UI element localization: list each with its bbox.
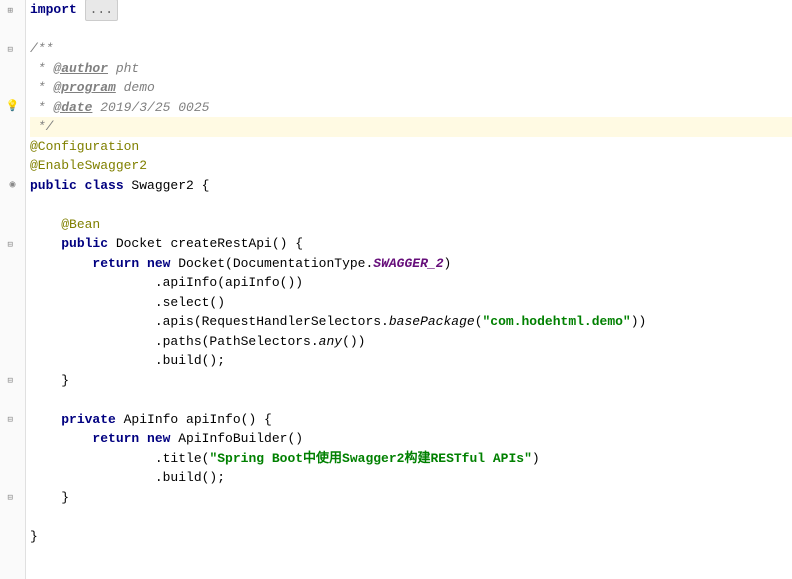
editor-gutter: ⊞ ⊟ 💡 ◉ ⊟ ⊟ ⊟ ⊟ bbox=[0, 0, 26, 579]
code-line: .build(); bbox=[30, 468, 792, 488]
javadoc-program-tag: @program bbox=[53, 78, 115, 98]
code-line bbox=[30, 546, 792, 566]
method-signature: Docket createRestApi() { bbox=[108, 234, 303, 254]
class-name: Swagger2 { bbox=[124, 176, 210, 196]
keyword-return-new: return new bbox=[92, 429, 170, 449]
code-line: * @author pht bbox=[30, 59, 792, 79]
keyword-public-class: public class bbox=[30, 176, 124, 196]
code-editor: ⊞ ⊟ 💡 ◉ ⊟ ⊟ ⊟ ⊟ import ... /** * @author bbox=[0, 0, 792, 579]
lightbulb-icon[interactable]: 💡 bbox=[6, 99, 20, 116]
code-line: .paths(PathSelectors.any()) bbox=[30, 332, 792, 352]
javadoc-end: */ bbox=[30, 117, 53, 137]
fold-collapse-icon[interactable]: ⊟ bbox=[8, 44, 18, 54]
code-line: private ApiInfo apiInfo() { bbox=[30, 410, 792, 430]
class-gutter-icon[interactable]: ◉ bbox=[9, 178, 15, 193]
code-line: public Docket createRestApi() { bbox=[30, 234, 792, 254]
annotation-configuration: @Configuration bbox=[30, 137, 139, 157]
code-line: .build(); bbox=[30, 351, 792, 371]
code-content[interactable]: import ... /** * @author pht * @program … bbox=[26, 0, 792, 579]
method-signature: ApiInfo apiInfo() { bbox=[116, 410, 272, 430]
static-method: any bbox=[319, 332, 342, 352]
keyword-public: public bbox=[61, 234, 108, 254]
annotation-bean: @Bean bbox=[61, 215, 100, 235]
fold-collapse-icon[interactable]: ⊟ bbox=[8, 375, 18, 385]
javadoc-author-tag: @author bbox=[53, 59, 108, 79]
code-line: } bbox=[30, 488, 792, 508]
code-line: @Bean bbox=[30, 215, 792, 235]
static-field: SWAGGER_2 bbox=[373, 254, 443, 274]
code-line: /** bbox=[30, 39, 792, 59]
code-line: public class Swagger2 { bbox=[30, 176, 792, 196]
string-literal: "Spring Boot中使用Swagger2构建RESTful APIs" bbox=[209, 449, 531, 469]
code-line: } bbox=[30, 527, 792, 547]
keyword-import: import bbox=[30, 0, 77, 20]
keyword-private: private bbox=[61, 410, 116, 430]
fold-collapse-icon[interactable]: ⊟ bbox=[8, 492, 18, 502]
code-line bbox=[30, 195, 792, 215]
javadoc-start: /** bbox=[30, 39, 53, 59]
code-line: */ bbox=[30, 117, 792, 137]
string-literal: "com.hodehtml.demo" bbox=[483, 312, 631, 332]
folded-imports[interactable]: ... bbox=[85, 0, 118, 21]
code-line: return new ApiInfoBuilder() bbox=[30, 429, 792, 449]
code-line: import ... bbox=[30, 0, 792, 20]
code-line: @EnableSwagger2 bbox=[30, 156, 792, 176]
annotation-enableswagger2: @EnableSwagger2 bbox=[30, 156, 147, 176]
code-line bbox=[30, 507, 792, 527]
fold-collapse-icon[interactable]: ⊟ bbox=[8, 414, 18, 424]
code-line: .apiInfo(apiInfo()) bbox=[30, 273, 792, 293]
code-line: @Configuration bbox=[30, 137, 792, 157]
fold-collapse-icon[interactable]: ⊟ bbox=[8, 239, 18, 249]
code-line: * @date 2019/3/25 0025 bbox=[30, 98, 792, 118]
code-line: .apis(RequestHandlerSelectors.basePackag… bbox=[30, 312, 792, 332]
code-line: } bbox=[30, 371, 792, 391]
javadoc-date-tag: @date bbox=[53, 98, 92, 118]
code-line: .title("Spring Boot中使用Swagger2构建RESTful … bbox=[30, 449, 792, 469]
code-line: .select() bbox=[30, 293, 792, 313]
code-line bbox=[30, 390, 792, 410]
code-line bbox=[30, 20, 792, 40]
static-method: basePackage bbox=[389, 312, 475, 332]
code-line: * @program demo bbox=[30, 78, 792, 98]
fold-expand-icon[interactable]: ⊞ bbox=[8, 5, 18, 15]
code-line: return new Docket(DocumentationType.SWAG… bbox=[30, 254, 792, 274]
keyword-return-new: return new bbox=[92, 254, 170, 274]
